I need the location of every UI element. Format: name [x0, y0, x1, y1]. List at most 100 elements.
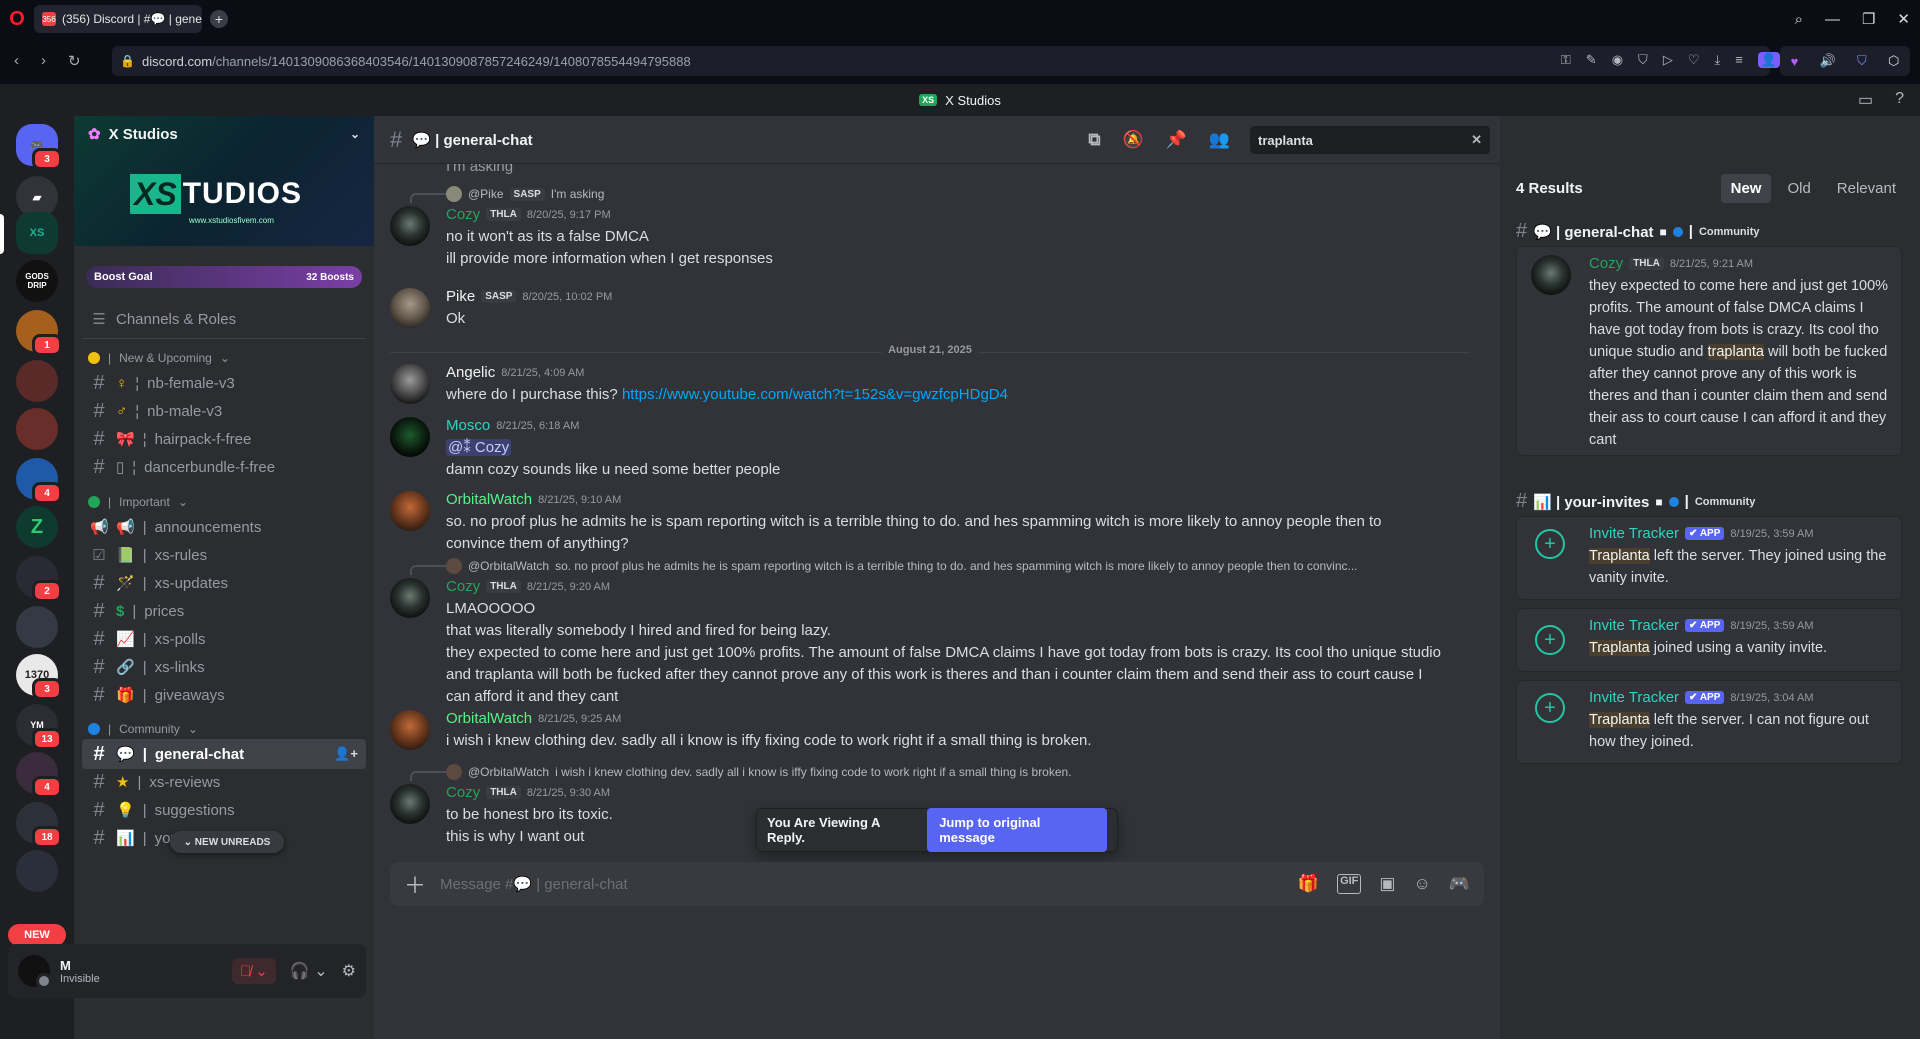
message-composer[interactable]: ＋ Message #💬 | general-chat 🎁 GIF ▣ ☺ 🎮: [390, 862, 1484, 906]
edit-icon[interactable]: ✎: [1586, 52, 1597, 68]
tab-old[interactable]: Old: [1777, 174, 1820, 203]
add-attachment-icon[interactable]: ＋: [404, 868, 426, 900]
channel-xs-reviews[interactable]: # ★ | xs-reviews: [82, 767, 366, 797]
reply-preview[interactable]: @Pike SASP I'm asking: [446, 186, 604, 202]
channel-nb-male-v3[interactable]: # ♂ ¦ nb-male-v3: [82, 396, 366, 426]
channel-nb-female-v3[interactable]: # ♀ ¦ nb-female-v3: [82, 368, 366, 398]
channel-xs-links[interactable]: # 🔗 | xs-links: [82, 652, 366, 682]
reload-icon[interactable]: ↻: [68, 52, 81, 70]
avatar[interactable]: [390, 784, 430, 824]
server-x-studios[interactable]: XS: [16, 212, 58, 254]
category-important[interactable]: | Important ⌄: [88, 493, 188, 511]
emoji-icon[interactable]: ☺: [1413, 874, 1430, 894]
server-9[interactable]: [16, 606, 58, 648]
message-author[interactable]: Cozy: [446, 784, 480, 801]
clear-search-icon[interactable]: ✕: [1471, 132, 1482, 148]
server-folder-2[interactable]: 4: [16, 752, 62, 798]
user-mention[interactable]: @⁑ Cozy: [446, 439, 512, 456]
search-result-card[interactable]: + Invite Tracker ✔ APP 8/19/25, 3:59 AM …: [1516, 516, 1902, 600]
cube-icon[interactable]: ⬡: [1888, 53, 1899, 69]
server-6[interactable]: 4: [16, 458, 62, 504]
channel-suggestions[interactable]: # 💡 | suggestions: [82, 795, 366, 825]
camera-icon[interactable]: ◉: [1612, 52, 1623, 68]
new-tab-button[interactable]: +: [210, 10, 228, 28]
extension-icon[interactable]: ♥: [1791, 54, 1799, 69]
message-author[interactable]: Mosco: [446, 417, 490, 434]
minimize-icon[interactable]: —: [1825, 11, 1840, 28]
help-icon[interactable]: ?: [1895, 90, 1904, 110]
avatar[interactable]: [390, 578, 430, 618]
tab-relevant[interactable]: Relevant: [1827, 174, 1906, 203]
mute-mic-button[interactable]: 🎙̸ ⌄: [231, 958, 276, 984]
search-result-card[interactable]: + Invite Tracker ✔ APP 8/19/25, 3:59 AM …: [1516, 608, 1902, 672]
user-info[interactable]: M Invisible: [60, 958, 100, 985]
message-author[interactable]: Invite Tracker: [1589, 617, 1679, 634]
server-folder-ym[interactable]: YM 13: [16, 704, 62, 750]
headphones-icon[interactable]: 🎧 ⌄: [290, 961, 328, 981]
server-5[interactable]: [16, 408, 58, 450]
download-icon[interactable]: ⤓: [1714, 52, 1720, 68]
channel-hairpack-f-free[interactable]: # 🎀 ¦ hairpack-f-free: [82, 424, 366, 454]
message-author[interactable]: Cozy: [446, 206, 480, 223]
avatar[interactable]: [390, 364, 430, 404]
shield-icon[interactable]: ⛉: [1638, 52, 1648, 68]
avatar[interactable]: [390, 710, 430, 750]
apps-icon[interactable]: 🎮: [1449, 874, 1470, 894]
server-4[interactable]: [16, 360, 58, 402]
result-group-header[interactable]: # 📊 | your-invites ■ | Community: [1516, 490, 1755, 513]
jump-to-original-button[interactable]: Jump to original message: [927, 808, 1107, 852]
volume-icon[interactable]: 🔊: [1820, 53, 1836, 69]
member-list-icon[interactable]: 👥: [1209, 130, 1230, 150]
avatar[interactable]: [390, 417, 430, 457]
channel-general-chat[interactable]: # 💬 | general-chat 👤+: [82, 739, 366, 769]
forward-icon[interactable]: ›: [41, 52, 46, 70]
shield-extension-icon[interactable]: ⛉: [1857, 53, 1867, 69]
message-author[interactable]: OrbitalWatch: [446, 710, 532, 727]
channel-xs-polls[interactable]: # 📈 | xs-polls: [82, 624, 366, 654]
message-author[interactable]: Angelic: [446, 364, 495, 381]
channel-xs-updates[interactable]: # 🪄 | xs-updates: [82, 568, 366, 598]
add-member-icon[interactable]: 👤+: [334, 746, 358, 762]
reply-preview[interactable]: @OrbitalWatch so. no proof plus he admit…: [446, 558, 1358, 574]
server-3[interactable]: 1: [16, 310, 62, 356]
channel-giveaways[interactable]: # 🎁 | giveaways: [82, 680, 366, 710]
new-unreads-button[interactable]: ⌄ NEW UNREADS: [170, 831, 284, 853]
key-icon[interactable]: ⚿: [1561, 52, 1571, 68]
search-input[interactable]: traplanta ✕: [1250, 126, 1490, 154]
opera-logo-icon[interactable]: O: [0, 0, 34, 38]
channel-xs-rules[interactable]: ☑ 📗 | xs-rules: [82, 540, 366, 570]
search-result-card[interactable]: Cozy THLA 8/21/25, 9:21 AM they expected…: [1516, 246, 1902, 456]
message-author[interactable]: Cozy: [1589, 255, 1623, 272]
avatar[interactable]: [1531, 255, 1571, 295]
pin-icon[interactable]: 📌: [1166, 130, 1187, 150]
server-gods-drip[interactable]: GODS DRIP: [16, 260, 58, 302]
channel-dancerbundle-f-free[interactable]: # ▯ ¦ dancerbundle-f-free: [82, 452, 366, 482]
search-tabs-icon[interactable]: ⌕: [1795, 11, 1803, 28]
play-icon[interactable]: ▷: [1663, 52, 1673, 68]
avatar[interactable]: [390, 491, 430, 531]
menu-icon[interactable]: ≡: [1735, 52, 1743, 68]
browser-tab[interactable]: 356 (356) Discord | #💬 | gene ✕: [34, 5, 202, 33]
category-new-upcoming[interactable]: | New & Upcoming ⌄: [88, 349, 230, 367]
profile-icon[interactable]: 👤: [1757, 52, 1780, 68]
threads-icon[interactable]: ⧉: [1088, 130, 1100, 150]
server-folder-3[interactable]: 18: [16, 802, 62, 848]
tab-new[interactable]: New: [1720, 173, 1772, 203]
close-window-icon[interactable]: ✕: [1897, 10, 1910, 28]
message-author[interactable]: Pike: [446, 288, 475, 305]
message-link[interactable]: https://www.youtube.com/watch?t=152s&v=g…: [622, 386, 1008, 403]
channels-roles-link[interactable]: ☰ Channels & Roles: [82, 304, 366, 334]
server-1370[interactable]: 1370 3: [16, 654, 62, 700]
result-group-header[interactable]: # 💬 | general-chat ■ | Community: [1516, 220, 1759, 243]
search-result-card[interactable]: + Invite Tracker ✔ APP 8/19/25, 3:04 AM …: [1516, 680, 1902, 764]
channel-announcements[interactable]: 📢 📢 | announcements: [82, 512, 366, 542]
home-button[interactable]: 🎮 3: [16, 124, 62, 170]
avatar[interactable]: [390, 288, 430, 328]
channel-prices[interactable]: # $ | prices: [82, 596, 366, 626]
boost-goal-bar[interactable]: Boost Goal 32 Boosts: [86, 266, 362, 288]
maximize-icon[interactable]: ❐: [1862, 10, 1875, 28]
server-z[interactable]: Z: [16, 506, 58, 548]
sticker-icon[interactable]: ▣: [1379, 874, 1395, 894]
message-author[interactable]: OrbitalWatch: [446, 491, 532, 508]
server-8[interactable]: 2: [16, 556, 62, 602]
